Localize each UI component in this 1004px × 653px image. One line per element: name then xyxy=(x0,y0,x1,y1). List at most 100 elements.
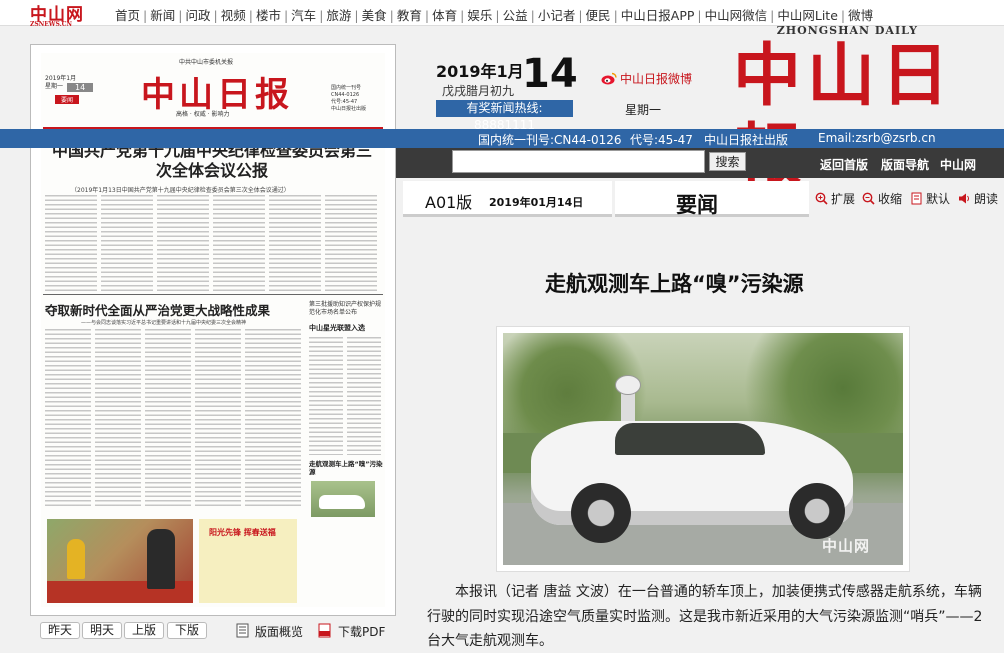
news-hotline: 有奖新闻热线: 88881111 xyxy=(436,100,573,132)
date-month: 2019年1月 xyxy=(436,62,524,81)
code-text: 代号:45-47 xyxy=(630,133,693,147)
nav-separator: | xyxy=(178,8,183,23)
info-bar: 国内统一刊号:CN44-0126 代号:45-47 中山日报社出版 Email:… xyxy=(0,129,1004,148)
nav-link[interactable]: 问政 xyxy=(185,8,210,23)
section-name: 要闻 xyxy=(676,192,718,217)
nav-separator: | xyxy=(248,8,253,23)
download-pdf-link[interactable]: 下载PDF xyxy=(338,623,385,640)
paper-headline-2[interactable]: 夺取新时代全面从严治党更大战略性成果 xyxy=(45,300,270,319)
nav-separator: | xyxy=(613,8,618,23)
nav-link[interactable]: 便民 xyxy=(586,8,611,23)
paper-page-number: 14 xyxy=(67,83,94,92)
nav-separator: | xyxy=(840,8,846,23)
page-navigation-link[interactable]: 版面导航 xyxy=(881,156,929,173)
nav-links: 首页 | 新闻 | 问政 | 视频 | 楼市 | 汽车 | 旅游 | 美食 | 教育 | 体育 | 娱乐 | 公益 | 小记者 |… xyxy=(115,5,873,24)
paper-side-text[interactable]: 第三批援助知识产权保护规范化市场名单公布 xyxy=(309,301,381,317)
pdf-icon xyxy=(318,623,331,638)
paper-info-line: 代号:45-47 xyxy=(331,99,358,105)
overview-link[interactable]: 版面概览 xyxy=(255,623,303,640)
zsnews-link[interactable]: 中山网 xyxy=(940,156,976,173)
nav-link[interactable]: 美食 xyxy=(362,8,387,23)
paper-side-headline[interactable]: 中山星光联盟入选 xyxy=(309,323,365,333)
weekday: 星期一 xyxy=(625,103,662,117)
nav-link[interactable]: 中山网Lite xyxy=(777,8,838,23)
read-aloud-label: 朗读 xyxy=(974,192,999,206)
shrink-button[interactable]: 收缩 xyxy=(862,190,902,207)
nav-link[interactable]: 新闻 xyxy=(150,8,175,23)
nav-separator: | xyxy=(578,8,583,23)
nav-separator: | xyxy=(424,8,430,23)
paper-date-line: 2019年1月 xyxy=(45,75,77,82)
paper-info-line: 国内统一刊号 xyxy=(331,85,362,91)
nav-link[interactable]: 视频 xyxy=(221,8,246,23)
zoom-out-icon xyxy=(862,192,875,205)
nav-link[interactable]: 教育 xyxy=(397,8,422,23)
weibo-link[interactable]: 中山日报微博 xyxy=(601,70,692,87)
nav-separator: | xyxy=(495,8,500,23)
nav-link[interactable]: 中山日报APP xyxy=(621,8,695,23)
nav-separator: | xyxy=(460,8,465,23)
prev-day-button[interactable]: 昨天 xyxy=(40,622,81,639)
paper-info-line: 中山日报社出版 xyxy=(331,106,367,112)
nav-separator: | xyxy=(697,8,702,23)
next-day-button[interactable]: 明天 xyxy=(82,622,123,639)
nav-separator: | xyxy=(530,8,535,23)
nav-separator: | xyxy=(354,8,359,23)
search-input[interactable] xyxy=(452,150,705,173)
nav-link[interactable]: 首页 xyxy=(115,8,140,23)
search-button[interactable]: 搜索 xyxy=(709,152,746,171)
paper-headline-2-sub: ——与会同志谈落实习近平总书记重要讲话和十九届中央纪委三次全会精神 xyxy=(81,320,247,326)
lunar-date: 戊戌腊月初九 xyxy=(442,84,515,98)
read-aloud-button[interactable]: 朗读 xyxy=(958,190,998,207)
paper-headline-sub: （2019年1月13日中国共产党第十九届中央纪律检查委员会第三次全体会议通过） xyxy=(71,187,290,194)
back-to-front-link[interactable]: 返回首版 xyxy=(820,156,868,173)
date-day: 14 xyxy=(522,51,578,97)
nav-link[interactable]: 中山网微信 xyxy=(705,8,768,23)
nav-link[interactable]: 汽车 xyxy=(291,8,316,23)
nav-separator: | xyxy=(213,8,218,23)
weibo-label: 中山日报微博 xyxy=(620,72,693,86)
expand-label: 扩展 xyxy=(831,192,856,206)
next-page-button[interactable]: 下版 xyxy=(167,622,208,639)
default-label: 默认 xyxy=(926,192,951,206)
paper-right-info: 国内统一刊号 CN44-0126 代号:45-47 中山日报社出版 xyxy=(331,85,366,113)
nav-link[interactable]: 公益 xyxy=(503,8,528,23)
nav-link[interactable]: 小记者 xyxy=(538,8,576,23)
paper-car-headline[interactable]: 走航观测车上路“嗅”污染源 xyxy=(309,460,385,476)
edition-date: 2019年01月14日 xyxy=(489,196,584,209)
weibo-icon xyxy=(601,72,617,85)
paper-rule xyxy=(43,294,383,295)
paper-car-photo[interactable] xyxy=(311,481,375,517)
expand-button[interactable]: 扩展 xyxy=(815,190,855,207)
edition-label: A01版 2019年01月14日 xyxy=(403,181,612,217)
nav-separator: | xyxy=(770,8,775,23)
prev-page-button[interactable]: 上版 xyxy=(124,622,165,639)
article-title: 走航观测车上路“嗅”污染源 xyxy=(545,272,804,296)
article-body: 本报讯（记者 唐益 文波）在一台普通的轿车顶上，加装便携式传感器走航系统，车辆行… xyxy=(427,584,983,649)
issn-text: 国内统一刊号:CN44-0126 xyxy=(478,133,622,147)
top-navigation: 中山网 ZSNEWS.CN 首页 | 新闻 | 问政 | 视频 | 楼市 | 汽车 | 旅游 | 美食 | 教育… xyxy=(0,0,1004,28)
page-pager: 昨天 明天 上版 下版 版面概览 下载PDF xyxy=(30,620,396,642)
default-button[interactable]: 默认 xyxy=(910,190,950,207)
section-title: 要闻 xyxy=(615,181,809,217)
paper-info-line: CN44-0126 xyxy=(331,92,360,98)
nav-separator: | xyxy=(143,8,148,23)
article-photo[interactable] xyxy=(503,333,903,565)
photo-watermark: 中山网 xyxy=(822,537,871,555)
overview-icon xyxy=(236,623,249,638)
paper-text-block[interactable] xyxy=(45,195,381,291)
nav-link[interactable]: 楼市 xyxy=(256,8,281,23)
speaker-icon xyxy=(959,193,969,204)
nav-separator: | xyxy=(319,8,324,23)
paper-yellow-title: 阳光先锋 挥春送福 xyxy=(209,527,276,537)
document-icon xyxy=(911,192,922,205)
paper-text-block[interactable] xyxy=(309,337,381,455)
nav-link[interactable]: 微博 xyxy=(848,8,873,23)
paper-photo[interactable] xyxy=(47,519,193,603)
site-logo[interactable]: 中山网 ZSNEWS.CN xyxy=(30,0,84,28)
edition-number: A01版 xyxy=(425,193,473,212)
nav-link[interactable]: 旅游 xyxy=(326,8,351,23)
nav-link[interactable]: 体育 xyxy=(432,8,457,23)
nav-link[interactable]: 娱乐 xyxy=(467,8,492,23)
publisher-text: 中山日报社出版 xyxy=(704,133,789,147)
